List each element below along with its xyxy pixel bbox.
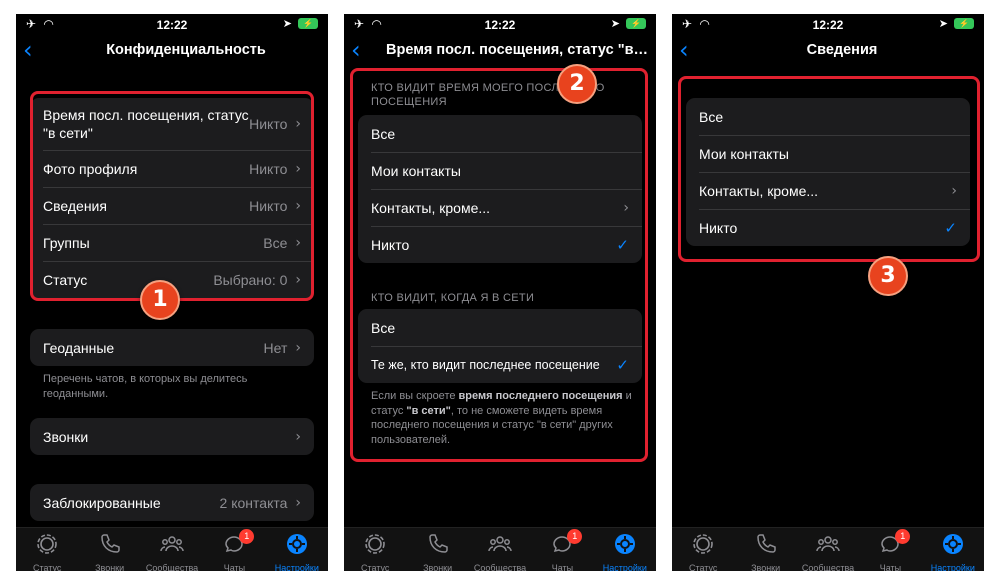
- communities-icon: [488, 532, 512, 561]
- tab-label: Настройки: [602, 563, 647, 571]
- tab-phone[interactable]: Звонки: [734, 528, 796, 571]
- back-chevron-icon[interactable]: ‹: [679, 38, 689, 62]
- unread-badge: 1: [895, 529, 911, 544]
- tab-label: Статус: [688, 563, 718, 571]
- row-blocked[interactable]: Заблокированные 2 контакта ›: [30, 484, 314, 521]
- tab-label: Чаты: [551, 563, 574, 571]
- status-icon: [35, 532, 59, 561]
- tab-settings[interactable]: Настройки: [266, 528, 328, 571]
- geo-group: Геоданные Нет ›: [30, 329, 314, 366]
- tab-status[interactable]: Статус: [16, 528, 78, 571]
- back-chevron-icon[interactable]: ‹: [351, 38, 361, 62]
- communities-icon: [160, 532, 184, 561]
- tab-label: Звонки: [423, 563, 453, 571]
- page-title: Конфиденциальность: [106, 42, 266, 58]
- unread-badge: 1: [567, 529, 583, 544]
- chevron-right-icon: ›: [295, 428, 301, 445]
- row-geo[interactable]: Геоданные Нет ›: [30, 329, 314, 366]
- step-badge-1: 1: [140, 280, 180, 320]
- communities-icon: [816, 532, 840, 561]
- calls-group: Звонки ›: [30, 418, 314, 455]
- tab-label: Настройки: [274, 563, 319, 571]
- tab-phone[interactable]: Звонки: [406, 528, 468, 571]
- row-label: Звонки: [43, 428, 89, 445]
- location-icon: ➤: [282, 18, 292, 30]
- row-label: Геоданные: [43, 339, 115, 356]
- tab-settings[interactable]: Настройки: [922, 528, 984, 571]
- phone-icon: [98, 532, 122, 561]
- nav-bar: ‹ Время посл. посещения, статус "в с...: [344, 38, 656, 64]
- tab-status[interactable]: Статус: [672, 528, 734, 571]
- highlight-box-3: [678, 76, 980, 262]
- unread-badge: 1: [239, 529, 255, 544]
- geo-footnote: Перечень чатов, в которых вы делитесь ге…: [43, 373, 248, 400]
- tab-communities[interactable]: Сообщества: [141, 528, 203, 571]
- clock: 12:22: [812, 18, 844, 32]
- tab-label: Сообщества: [801, 563, 855, 571]
- location-icon: ➤: [938, 18, 948, 30]
- tab-label: Сообщества: [473, 563, 527, 571]
- highlight-box-2: [350, 68, 648, 462]
- page-title: Время посл. посещения, статус "в с...: [386, 42, 648, 58]
- status-icon: [363, 532, 387, 561]
- tab-label: Звонки: [95, 563, 125, 571]
- chevron-right-icon: ›: [295, 494, 301, 511]
- phone-icon: [426, 532, 450, 561]
- tab-chats[interactable]: Чаты 1: [203, 528, 265, 571]
- tab-label: Сообщества: [145, 563, 199, 571]
- tab-label: Звонки: [751, 563, 781, 571]
- step-badge-2: 2: [557, 64, 597, 104]
- status-bar: ✈ ◠ 12:22 ➤ ⚡: [672, 14, 984, 36]
- location-icon: ➤: [610, 18, 620, 30]
- status-bar: ✈ ◠ 12:22 ➤ ⚡: [344, 14, 656, 36]
- step-badge-3: 3: [868, 256, 908, 296]
- nav-bar: ‹ Конфиденциальность: [16, 38, 328, 64]
- tab-communities[interactable]: Сообщества: [797, 528, 859, 571]
- tab-phone[interactable]: Звонки: [78, 528, 140, 571]
- clock: 12:22: [484, 18, 516, 32]
- row-label: Заблокированные: [43, 494, 161, 511]
- tab-label: Настройки: [930, 563, 975, 571]
- tab-label: Статус: [32, 563, 62, 571]
- settings-icon: [941, 532, 965, 561]
- tab-label: Статус: [360, 563, 390, 571]
- blocked-group: Заблокированные 2 контакта ›: [30, 484, 314, 521]
- row-calls[interactable]: Звонки ›: [30, 418, 314, 455]
- tab-label: Чаты: [223, 563, 246, 571]
- battery-icon: ⚡: [954, 18, 974, 29]
- tab-bar: Статус Звонки Сообщества Чаты 1 Настройки: [344, 527, 656, 571]
- nav-bar: ‹ Сведения: [672, 38, 984, 64]
- tab-bar: Статус Звонки Сообщества Чаты 1 Настройки: [672, 527, 984, 571]
- row-value: Нет: [263, 339, 288, 356]
- row-value: 2 контакта: [219, 494, 288, 511]
- status-bar: ✈ ◠ 12:22 ➤ ⚡: [16, 14, 328, 36]
- tab-chats[interactable]: Чаты 1: [859, 528, 921, 571]
- back-chevron-icon[interactable]: ‹: [23, 38, 33, 62]
- tab-chats[interactable]: Чаты 1: [531, 528, 593, 571]
- clock: 12:22: [156, 18, 188, 32]
- tab-settings[interactable]: Настройки: [594, 528, 656, 571]
- phone-icon: [754, 532, 778, 561]
- page-title: Сведения: [806, 42, 878, 58]
- tab-bar: Статус Звонки Сообщества Чаты 1 Настройки: [16, 527, 328, 571]
- settings-icon: [613, 532, 637, 561]
- status-icon: [691, 532, 715, 561]
- settings-icon: [285, 532, 309, 561]
- tab-communities[interactable]: Сообщества: [469, 528, 531, 571]
- chevron-right-icon: ›: [295, 339, 301, 356]
- tab-status[interactable]: Статус: [344, 528, 406, 571]
- highlight-box-1: [30, 91, 314, 301]
- battery-icon: ⚡: [298, 18, 318, 29]
- battery-icon: ⚡: [626, 18, 646, 29]
- tab-label: Чаты: [879, 563, 902, 571]
